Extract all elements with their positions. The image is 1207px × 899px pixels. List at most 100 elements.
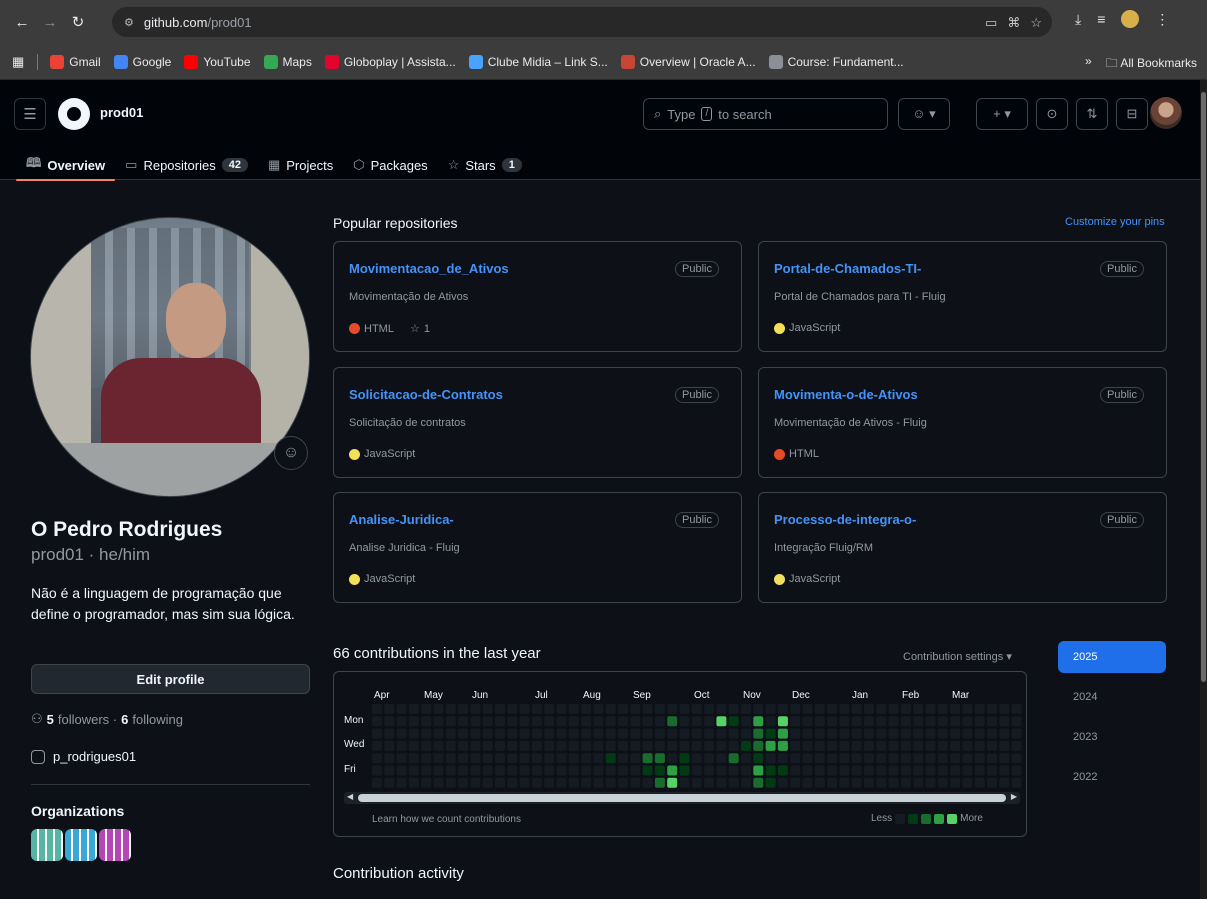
contribution-day-cell[interactable]: [372, 765, 382, 776]
contribution-day-cell[interactable]: [777, 716, 788, 727]
contribution-day-cell[interactable]: [950, 728, 961, 739]
apps-grid-icon[interactable]: ▦: [12, 54, 24, 70]
contribution-day-cell[interactable]: [396, 765, 407, 776]
contribution-day-cell[interactable]: [605, 765, 616, 776]
contribution-day-cell[interactable]: [839, 704, 850, 714]
create-new-button[interactable]: + ▾: [976, 98, 1028, 130]
contribution-day-cell[interactable]: [1011, 753, 1022, 764]
contribution-day-cell[interactable]: [421, 753, 432, 764]
contribution-day-cell[interactable]: [814, 716, 825, 727]
contribution-day-cell[interactable]: [864, 704, 874, 714]
contribution-day-cell[interactable]: [864, 728, 874, 739]
contribution-day-cell[interactable]: [974, 765, 985, 776]
contribution-day-cell[interactable]: [433, 765, 444, 776]
contribution-day-cell[interactable]: [864, 740, 874, 751]
contribution-day-cell[interactable]: [839, 740, 850, 751]
contribution-day-cell[interactable]: [618, 777, 628, 788]
more-bookmarks-icon[interactable]: »: [1085, 54, 1092, 75]
contribution-day-cell[interactable]: [814, 704, 825, 714]
contribution-day-cell[interactable]: [581, 728, 592, 739]
tab-repositories[interactable]: ▭ Repositories 42: [115, 150, 258, 180]
contribution-day-cell[interactable]: [827, 716, 838, 727]
contribution-day-cell[interactable]: [544, 765, 555, 776]
contribution-day-cell[interactable]: [925, 728, 936, 739]
contribution-day-cell[interactable]: [507, 777, 518, 788]
contribution-day-cell[interactable]: [925, 716, 936, 727]
header-username[interactable]: prod01: [100, 105, 143, 120]
bookmark-item[interactable]: Course: Fundament...: [768, 54, 904, 69]
contribution-day-cell[interactable]: [642, 753, 653, 764]
contribution-day-cell[interactable]: [741, 704, 751, 714]
contribution-day-cell[interactable]: [716, 716, 727, 727]
contribution-day-cell[interactable]: [851, 716, 862, 727]
contribution-day-cell[interactable]: [716, 777, 727, 788]
contribution-day-cell[interactable]: [568, 716, 579, 727]
contribution-day-cell[interactable]: [654, 704, 665, 714]
contribution-day-cell[interactable]: [458, 740, 469, 751]
year-2025[interactable]: 2025: [1058, 641, 1166, 673]
contribution-day-cell[interactable]: [445, 777, 456, 788]
contribution-day-cell[interactable]: [593, 716, 604, 727]
repo-name-link[interactable]: Solicitacao-de-Contratos: [349, 387, 503, 402]
contribution-day-cell[interactable]: [482, 753, 493, 764]
contribution-day-cell[interactable]: [913, 740, 924, 751]
contribution-day-cell[interactable]: [790, 704, 801, 714]
reading-list-icon[interactable]: ≡: [1097, 11, 1105, 27]
contribution-day-cell[interactable]: [1011, 716, 1022, 727]
contribution-day-cell[interactable]: [851, 740, 862, 751]
contribution-day-cell[interactable]: [605, 753, 616, 764]
contribution-day-cell[interactable]: [888, 777, 899, 788]
contribution-day-cell[interactable]: [544, 704, 555, 714]
contribution-day-cell[interactable]: [396, 716, 407, 727]
contribution-day-cell[interactable]: [777, 777, 788, 788]
contribution-day-cell[interactable]: [913, 765, 924, 776]
download-icon[interactable]: ⤓: [1075, 11, 1081, 28]
contribution-day-cell[interactable]: [691, 728, 702, 739]
contribution-day-cell[interactable]: [642, 704, 653, 714]
contribution-day-cell[interactable]: [470, 740, 481, 751]
contribution-day-cell[interactable]: [765, 716, 776, 727]
repo-stars-link[interactable]: ☆ 1: [410, 322, 430, 336]
contribution-day-cell[interactable]: [421, 740, 432, 751]
contribution-day-cell[interactable]: [728, 728, 739, 739]
contribution-day-cell[interactable]: [728, 753, 739, 764]
contribution-day-cell[interactable]: [531, 777, 542, 788]
contribution-day-cell[interactable]: [962, 716, 973, 727]
contribution-day-cell[interactable]: [445, 728, 456, 739]
set-status-icon[interactable]: ☺: [274, 436, 308, 470]
contribution-day-cell[interactable]: [384, 777, 395, 788]
contribution-day-cell[interactable]: [888, 704, 899, 714]
contribution-day-cell[interactable]: [691, 753, 702, 764]
contribution-day-cell[interactable]: [507, 716, 518, 727]
contribution-day-cell[interactable]: [839, 765, 850, 776]
contribution-day-cell[interactable]: [974, 728, 985, 739]
bookmark-star-icon[interactable]: ☆: [1030, 15, 1042, 31]
org-icon-2[interactable]: [65, 829, 97, 861]
contribution-day-cell[interactable]: [716, 765, 727, 776]
contribution-day-cell[interactable]: [679, 704, 690, 714]
contribution-day-cell[interactable]: [384, 728, 395, 739]
user-avatar[interactable]: [1150, 97, 1182, 129]
contribution-day-cell[interactable]: [790, 740, 801, 751]
contribution-day-cell[interactable]: [937, 716, 948, 727]
contribution-day-cell[interactable]: [519, 753, 530, 764]
contribution-day-cell[interactable]: [630, 716, 641, 727]
contribution-day-cell[interactable]: [556, 753, 567, 764]
contribution-day-cell[interactable]: [741, 753, 751, 764]
contribution-day-cell[interactable]: [593, 777, 604, 788]
forward-icon[interactable]: →: [36, 8, 64, 36]
followers-label[interactable]: followers ·: [58, 712, 117, 727]
contribution-day-cell[interactable]: [618, 704, 628, 714]
contribution-day-cell[interactable]: [839, 777, 850, 788]
contribution-day-cell[interactable]: [888, 716, 899, 727]
contribution-day-cell[interactable]: [937, 753, 948, 764]
scroll-thumb[interactable]: [358, 794, 1006, 802]
contribution-day-cell[interactable]: [1011, 765, 1022, 776]
contribution-day-cell[interactable]: [531, 728, 542, 739]
contribution-day-cell[interactable]: [396, 753, 407, 764]
contribution-day-cell[interactable]: [679, 740, 690, 751]
contribution-day-cell[interactable]: [421, 777, 432, 788]
contribution-day-cell[interactable]: [950, 765, 961, 776]
inbox-button[interactable]: ⊟: [1116, 98, 1148, 130]
contribution-day-cell[interactable]: [482, 704, 493, 714]
